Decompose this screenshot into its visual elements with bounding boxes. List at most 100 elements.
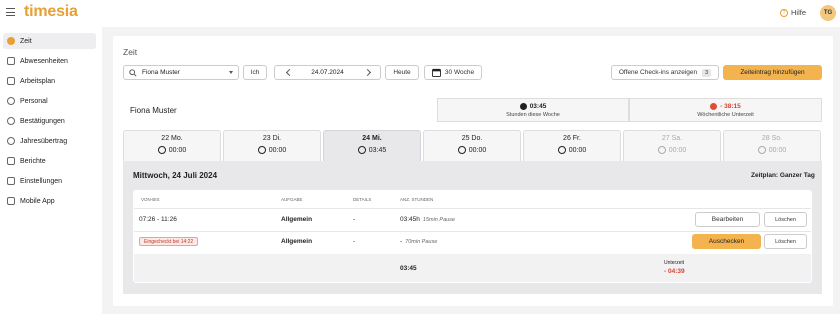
tab-day-mo[interactable]: 22 Mo. 00:00 <box>123 130 221 161</box>
tab-day-di[interactable]: 23 Di. 00:00 <box>223 130 321 161</box>
sidebar-item-abwesenheiten[interactable]: Abwesenheiten <box>3 53 96 69</box>
sidebar-item-jahresuebertrag[interactable]: Jahresübertrag <box>3 133 96 149</box>
sidebar-item-label: Jahresübertrag <box>20 138 67 145</box>
check-circle-icon <box>7 117 15 125</box>
me-button[interactable]: Ich <box>243 65 267 80</box>
view-select[interactable]: 30 Woche <box>424 65 482 80</box>
row-divider <box>134 231 811 232</box>
sidebar-item-label: Berichte <box>20 158 46 165</box>
sidebar-item-label: Mobile App <box>20 198 55 205</box>
day-time: 00:00 <box>569 147 587 154</box>
tab-day-sa[interactable]: 27 Sa. 00:00 <box>623 130 721 161</box>
sidebar-item-label: Arbeitsplan <box>20 78 55 85</box>
menu-icon[interactable] <box>6 8 15 16</box>
help-link[interactable]: ? Hilfe <box>780 8 806 17</box>
employee-value: Fiona Muster <box>142 69 180 76</box>
date-navigator: 24.07.2024 <box>274 65 381 80</box>
sidebar-item-zeit[interactable]: Zeit <box>3 33 96 49</box>
clock-icon <box>458 146 466 154</box>
sidebar-item-arbeitsplan[interactable]: Arbeitsplan <box>3 73 96 89</box>
checked-in-badge: Eingecheckt bei 14:22 <box>139 237 198 246</box>
clock-icon <box>258 146 266 154</box>
sidebar-item-einstellungen[interactable]: Einstellungen <box>3 173 96 189</box>
today-button[interactable]: Heute <box>385 65 419 80</box>
avatar[interactable]: TG <box>820 5 836 21</box>
entry-details: - <box>353 216 355 223</box>
entry-details: - <box>353 238 355 245</box>
day-time: 00:00 <box>669 147 687 154</box>
view-select-value: 30 Woche <box>445 69 474 76</box>
clock-icon <box>758 146 766 154</box>
folder-icon <box>7 157 15 165</box>
sidebar: Zeit Abwesenheiten Arbeitsplan Personal … <box>0 27 102 314</box>
date-value[interactable]: 24.07.2024 <box>311 69 344 76</box>
delete-button[interactable]: Löschen <box>764 234 807 249</box>
open-checkins-count: 3 <box>702 69 711 77</box>
top-bar: timesia ? Hilfe TG <box>0 0 840 27</box>
hours-value: 03:45 <box>530 103 547 110</box>
clock-icon <box>358 146 366 154</box>
add-entry-button[interactable]: Zeiteintrag hinzufügen <box>723 65 822 80</box>
employee-name: Fiona Muster <box>130 106 177 115</box>
day-label: 27 Sa. <box>624 135 720 142</box>
clipboard-icon <box>7 77 15 85</box>
sidebar-item-berichte[interactable]: Berichte <box>3 153 96 169</box>
total-hours: 03:45 <box>400 265 417 272</box>
employee-select[interactable]: Fiona Muster <box>123 65 239 80</box>
column-header-time: VON-BIS <box>141 197 160 202</box>
sidebar-item-label: Bestätigungen <box>20 118 65 125</box>
tab-day-fr[interactable]: 26 Fr. 00:00 <box>523 130 621 161</box>
hours-this-week: 03:45 Stunden diese Woche <box>437 98 629 122</box>
logo: timesia <box>24 3 78 21</box>
chevron-right-icon[interactable] <box>364 68 371 75</box>
checkout-button[interactable]: Auschecken <box>692 234 761 249</box>
entry-hours: 03:45h15min Pause <box>400 216 455 223</box>
column-header-hours: ANZ. STUNDEN <box>400 197 433 202</box>
entry-time: 07:26 - 11:26 <box>139 216 177 223</box>
undertime-label: Unterzeit <box>663 260 685 266</box>
day-time: 00:00 <box>469 147 487 154</box>
sidebar-item-bestaetigungen[interactable]: Bestätigungen <box>3 113 96 129</box>
delete-button[interactable]: Löschen <box>764 212 807 227</box>
tab-day-mi[interactable]: 24 Mi. 03:45 <box>323 130 421 161</box>
entry-hours-value: 03:45h <box>400 216 420 223</box>
day-label: 28 So. <box>724 135 820 142</box>
day-time: 00:00 <box>769 147 787 154</box>
entry-hours: -70min Pause <box>400 238 437 245</box>
sidebar-item-label: Zeit <box>20 38 32 45</box>
tab-day-do[interactable]: 25 Do. 00:00 <box>423 130 521 161</box>
question-icon: ? <box>780 9 788 17</box>
day-label: 25 Do. <box>424 135 520 142</box>
entry-task: Allgemein <box>281 216 312 223</box>
entry-pause: 70min Pause <box>405 239 437 245</box>
clock-icon <box>658 146 666 154</box>
people-icon <box>7 97 15 105</box>
hours-label: Stunden diese Woche <box>438 112 628 118</box>
sliders-icon <box>7 177 15 185</box>
weekly-undertime: - 38:15 Wöchentliche Unterzeit <box>629 98 822 122</box>
clock-icon <box>158 146 166 154</box>
sidebar-item-personal[interactable]: Personal <box>3 93 96 109</box>
sidebar-item-label: Abwesenheiten <box>20 58 68 65</box>
day-label: 26 Fr. <box>524 135 620 142</box>
totals-row <box>134 254 811 282</box>
undertime-value: - 38:15 <box>720 103 741 110</box>
day-time: 00:00 <box>169 147 187 154</box>
undertime-label: Wöchentliche Unterzeit <box>630 112 821 118</box>
clock-icon <box>520 103 527 110</box>
day-label: 24 Mi. <box>324 135 420 142</box>
open-checkins-button[interactable]: Offene Check-ins anzeigen 3 <box>611 65 719 80</box>
calendar-icon <box>432 68 441 77</box>
schedule-label: Zeitplan: Ganzer Tag <box>751 172 815 179</box>
day-time: 03:45 <box>369 147 387 154</box>
chevron-left-icon[interactable] <box>286 68 293 75</box>
help-label: Hilfe <box>791 8 806 17</box>
detail-date-title: Mittwoch, 24 Juli 2024 <box>133 171 217 180</box>
chevron-down-icon <box>229 71 233 74</box>
entry-pause: 15min Pause <box>423 217 455 223</box>
sidebar-item-mobile-app[interactable]: Mobile App <box>3 193 96 209</box>
tab-day-so[interactable]: 28 So. 00:00 <box>723 130 821 161</box>
sidebar-item-label: Einstellungen <box>20 178 62 185</box>
edit-button[interactable]: Bearbeiten <box>695 212 760 227</box>
phone-icon <box>7 197 15 205</box>
